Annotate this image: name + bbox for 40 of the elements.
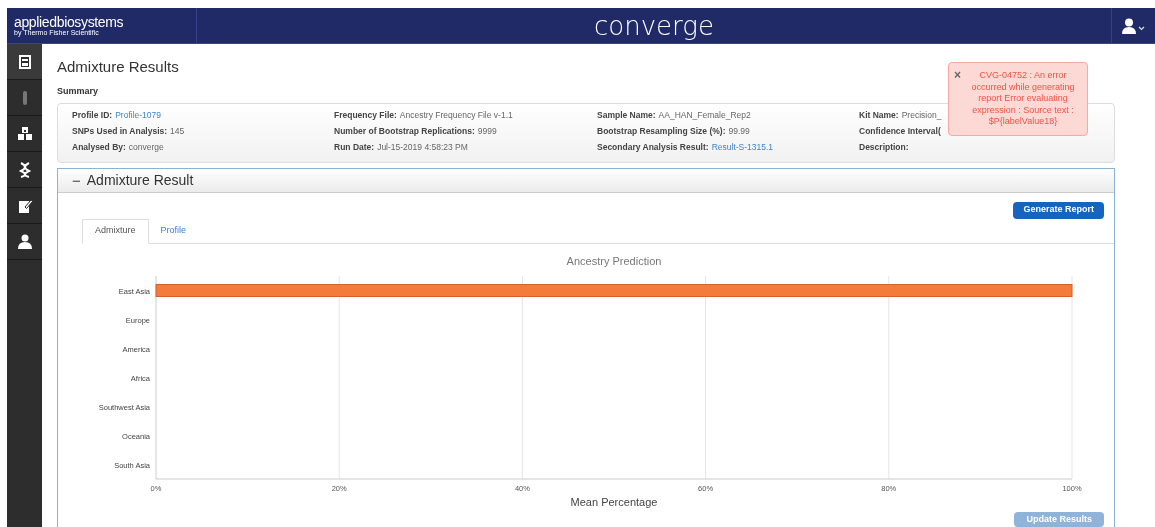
report-icon[interactable] (16, 53, 33, 70)
close-button[interactable]: × (954, 69, 961, 81)
error-message: CVG-04752 : An error occurred while generating report Error evaluating expression : Source text : $P{labelValue18} (970, 70, 1076, 128)
field-label: Sample Name: (597, 109, 656, 120)
chart-title: Ancestry Prediction (566, 254, 662, 267)
summary-label: Summary (57, 85, 99, 98)
panel-title: Admixture Result (86, 170, 194, 190)
field-value: Ancestry Frequency File v-1.1 (399, 109, 513, 120)
field-value: Jul-15-2019 4:58:23 PM (377, 141, 468, 152)
user-menu-icon[interactable] (1121, 17, 1146, 34)
field-label: Description: (859, 141, 909, 152)
field-link[interactable]: Profile-1079 (115, 109, 161, 120)
field-value: converge (128, 141, 164, 152)
field-label: Number of Bootstrap Replications: (334, 125, 475, 136)
field-value: 145 (170, 125, 185, 136)
field-value: 99.99 (728, 125, 750, 136)
x-axis-title: Mean Percentage (570, 495, 658, 508)
field-link[interactable]: Result-S-1315.1 (711, 141, 774, 152)
field-label: Secondary Analysis Result: (597, 141, 709, 152)
field-label: Confidence Interval( (859, 125, 941, 136)
collapse-toggle[interactable]: − (72, 172, 81, 188)
tab[interactable]: Profile (148, 218, 199, 243)
edit-icon[interactable] (16, 197, 33, 214)
user-icon[interactable] (16, 233, 33, 250)
tab[interactable]: Admixture (82, 218, 149, 244)
field-label: Run Date: (334, 141, 375, 152)
field-label: SNPs Used in Analysis: (72, 125, 168, 136)
field-value: Precision_ (901, 109, 942, 120)
field-label: Profile ID: (72, 109, 113, 120)
app-title: converge (594, 12, 714, 39)
brand-logo: appliedbiosystems (14, 15, 125, 29)
field-value: AA_HAN_Female_Rep2 (658, 109, 751, 120)
field-label: Frequency File: (334, 109, 397, 120)
page-title: Admixture Results (57, 57, 179, 77)
field-label: Kit Name: (859, 109, 899, 120)
field-label: Bootstrap Resampling Size (%): (597, 125, 726, 136)
cubes-icon[interactable] (16, 125, 33, 142)
generate-report-button[interactable]: Generate Report (1013, 201, 1104, 219)
field-label: Analysed By: (72, 141, 126, 152)
field-value: 9999 (477, 125, 497, 136)
